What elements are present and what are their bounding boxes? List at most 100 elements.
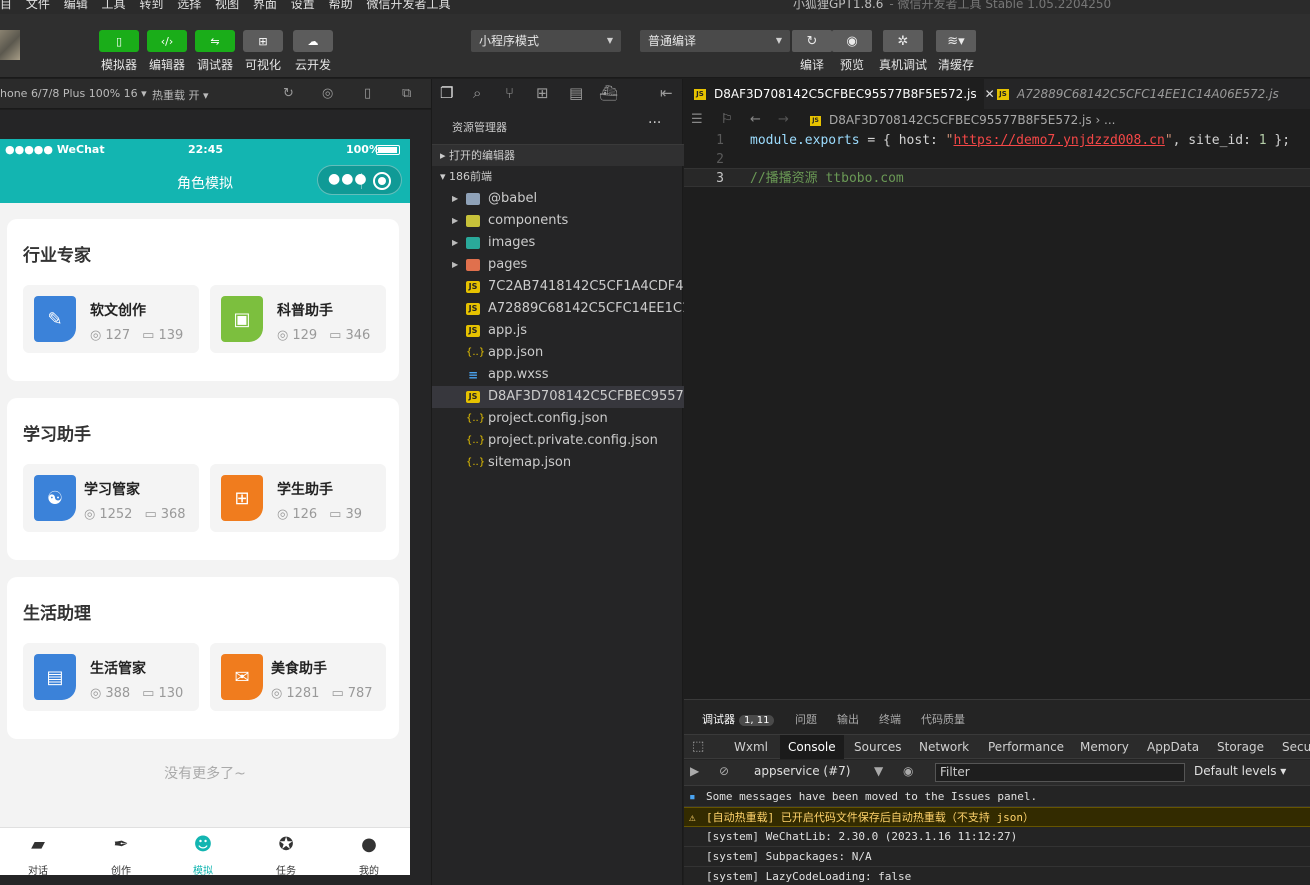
- stop-icon[interactable]: ◎: [322, 86, 333, 101]
- docker-icon[interactable]: ⛴: [599, 84, 618, 102]
- avatar[interactable]: [0, 30, 20, 60]
- battery-level: 100%: [346, 143, 380, 156]
- tab-storage[interactable]: Storage: [1209, 735, 1272, 759]
- tree-file[interactable]: ≡ app.wxss: [432, 364, 684, 386]
- inspect-icon[interactable]: ⬚: [684, 735, 712, 759]
- breadcrumb-path[interactable]: JS D8AF3D708142C5CFBEC95577B8F5E572.js › …: [810, 109, 1116, 131]
- bookmark-icon[interactable]: ⚐: [721, 109, 733, 131]
- preview-button[interactable]: ◉ 预览: [832, 30, 872, 73]
- tree-file[interactable]: {..} project.private.config.json: [432, 430, 684, 452]
- clear-cache-button[interactable]: ≋▾ 清缓存: [936, 30, 976, 73]
- menu-devtools[interactable]: 微信开发者工具: [366, 0, 450, 11]
- files-icon[interactable]: ❐: [440, 84, 453, 102]
- tab-output[interactable]: 输出: [837, 711, 859, 727]
- tab-label: 模拟: [193, 866, 213, 875]
- tab-me[interactable]: ● 我的: [339, 834, 399, 875]
- menu-goto[interactable]: 转到: [139, 0, 163, 11]
- tree-file-selected[interactable]: JS D8AF3D708142C5CFBEC95577B...: [432, 386, 684, 408]
- tree-file[interactable]: {..} sitemap.json: [432, 452, 684, 474]
- menu-view[interactable]: 视图: [215, 0, 239, 11]
- tab-security[interactable]: Secur: [1274, 735, 1310, 759]
- close-miniprogram-icon[interactable]: [373, 172, 391, 190]
- rotate-icon[interactable]: ↻: [283, 86, 294, 101]
- eye-icon[interactable]: ◉: [903, 764, 913, 778]
- more-icon[interactable]: ···: [648, 115, 661, 131]
- tab-wxml[interactable]: Wxml: [726, 735, 776, 759]
- filter-input[interactable]: Filter: [935, 763, 1185, 782]
- tab-terminal[interactable]: 终端: [879, 711, 901, 727]
- clear-console-icon[interactable]: ⊘: [719, 764, 729, 778]
- menu-file[interactable]: 文件: [26, 0, 50, 11]
- tab-tasks[interactable]: ✪ 任务: [256, 834, 316, 875]
- device-select[interactable]: hone 6/7/8 Plus 100% 16 ▾: [0, 87, 147, 100]
- mode-select[interactable]: 小程序模式 ▼: [471, 30, 621, 52]
- tree-file[interactable]: {..} app.json: [432, 342, 684, 364]
- menu-help[interactable]: 帮助: [329, 0, 353, 11]
- visual-button[interactable]: ⊞ 可视化: [243, 30, 283, 73]
- editor-button[interactable]: ‹/› 编辑器: [147, 30, 187, 73]
- js-file-icon: JS: [466, 325, 480, 337]
- menu-settings[interactable]: 设置: [291, 0, 315, 11]
- sidebar-toggle-icon[interactable]: ▶: [690, 764, 699, 778]
- tree-folder[interactable]: ▶ @babel: [432, 188, 684, 210]
- tab-chat[interactable]: ▰ 对话: [8, 834, 68, 875]
- tree-file[interactable]: {..} project.config.json: [432, 408, 684, 430]
- context-select[interactable]: appservice (#7): [754, 764, 850, 778]
- compile-select[interactable]: 普通编译 ▼: [640, 30, 790, 52]
- editor-tab-active[interactable]: JS D8AF3D708142C5CFBEC95577B8F5E572.js ✕: [684, 79, 995, 109]
- tree-file[interactable]: JS 7C2AB7418142C5CF1A4CDF464...: [432, 276, 684, 298]
- open-editors-section[interactable]: ▸ 打开的编辑器: [432, 144, 684, 166]
- extensions-icon[interactable]: ⊞: [536, 84, 549, 102]
- tab-bar: ▰ 对话 ✒ 创作 ☻ 模拟 ✪ 任务 ● 我的: [0, 827, 410, 875]
- role-card[interactable]: ▣ 科普助手 ◎ 129 ▭ 346: [210, 285, 386, 353]
- chevron-down-icon[interactable]: ▼: [874, 764, 883, 778]
- role-card[interactable]: ✉ 美食助手 ◎ 1281 ▭ 787: [210, 643, 386, 711]
- code-url[interactable]: https://demo7.ynjdzzd008.cn: [954, 133, 1165, 148]
- tree-file[interactable]: JS app.js: [432, 320, 684, 342]
- tab-code-quality[interactable]: 代码质量: [921, 711, 965, 727]
- git-icon[interactable]: ⑂: [505, 84, 514, 102]
- forward-arrow-icon[interactable]: →: [778, 109, 789, 131]
- menu-select[interactable]: 选择: [177, 0, 201, 11]
- tab-performance[interactable]: Performance: [980, 735, 1072, 759]
- role-card[interactable]: ☯ 学习管家 ◎ 1252 ▭ 368: [23, 464, 199, 532]
- list-icon[interactable]: ☰: [691, 109, 703, 131]
- tree-folder[interactable]: ▶ images: [432, 232, 684, 254]
- search-icon[interactable]: ⌕: [473, 84, 481, 102]
- compile-button[interactable]: ↻ 编译: [792, 30, 832, 73]
- editor-tab[interactable]: JS A72889C68142C5CFC14EE1C14A06E572.js: [987, 79, 1287, 109]
- role-card[interactable]: ▤ 生活管家 ◎ 388 ▭ 130: [23, 643, 199, 711]
- tab-debugger[interactable]: 调试器 1, 11: [702, 711, 775, 727]
- menu-item[interactable]: 目: [0, 0, 12, 11]
- back-arrow-icon[interactable]: ←: [750, 109, 761, 131]
- menu-interface[interactable]: 界面: [253, 0, 277, 11]
- tab-console[interactable]: Console: [780, 735, 844, 759]
- simulator-button[interactable]: ▯ 模拟器: [99, 30, 139, 73]
- hot-reload-select[interactable]: 热重载 开 ▾: [152, 87, 209, 103]
- debugger-button[interactable]: ⇋ 调试器: [195, 30, 235, 73]
- menu-edit[interactable]: 编辑: [64, 0, 88, 11]
- tree-folder[interactable]: ▶ components: [432, 210, 684, 232]
- tree-folder[interactable]: ▶ pages: [432, 254, 684, 276]
- tab-sources[interactable]: Sources: [846, 735, 909, 759]
- role-card[interactable]: ⊞ 学生助手 ◎ 126 ▭ 39: [210, 464, 386, 532]
- outline-icon[interactable]: ▤: [569, 84, 583, 102]
- collapse-panel-icon[interactable]: ⇤: [660, 84, 673, 102]
- tree-file[interactable]: JS A72889C68142C5CFC14EE1C14...: [432, 298, 684, 320]
- menu-tools[interactable]: 工具: [102, 0, 126, 11]
- tab-simulate[interactable]: ☻ 模拟: [173, 834, 233, 875]
- tab-network[interactable]: Network: [911, 735, 977, 759]
- tab-problems[interactable]: 问题: [795, 711, 817, 727]
- tab-create[interactable]: ✒ 创作: [91, 834, 151, 875]
- detach-icon[interactable]: ⧉: [402, 86, 411, 101]
- comment-count: 139: [158, 328, 184, 343]
- cloud-button[interactable]: ☁ 云开发: [293, 30, 333, 73]
- role-card[interactable]: ✎ 软文创作 ◎ 127 ▭ 139: [23, 285, 199, 353]
- phone-icon[interactable]: ▯: [364, 86, 371, 101]
- project-section[interactable]: ▾ 186前端: [432, 166, 684, 188]
- tab-memory[interactable]: Memory: [1072, 735, 1137, 759]
- tab-appdata[interactable]: AppData: [1139, 735, 1207, 759]
- levels-select[interactable]: Default levels ▾: [1194, 764, 1286, 778]
- remote-debug-button[interactable]: ✲ 真机调试: [879, 30, 927, 73]
- chevron-down-icon: ▼: [606, 36, 613, 45]
